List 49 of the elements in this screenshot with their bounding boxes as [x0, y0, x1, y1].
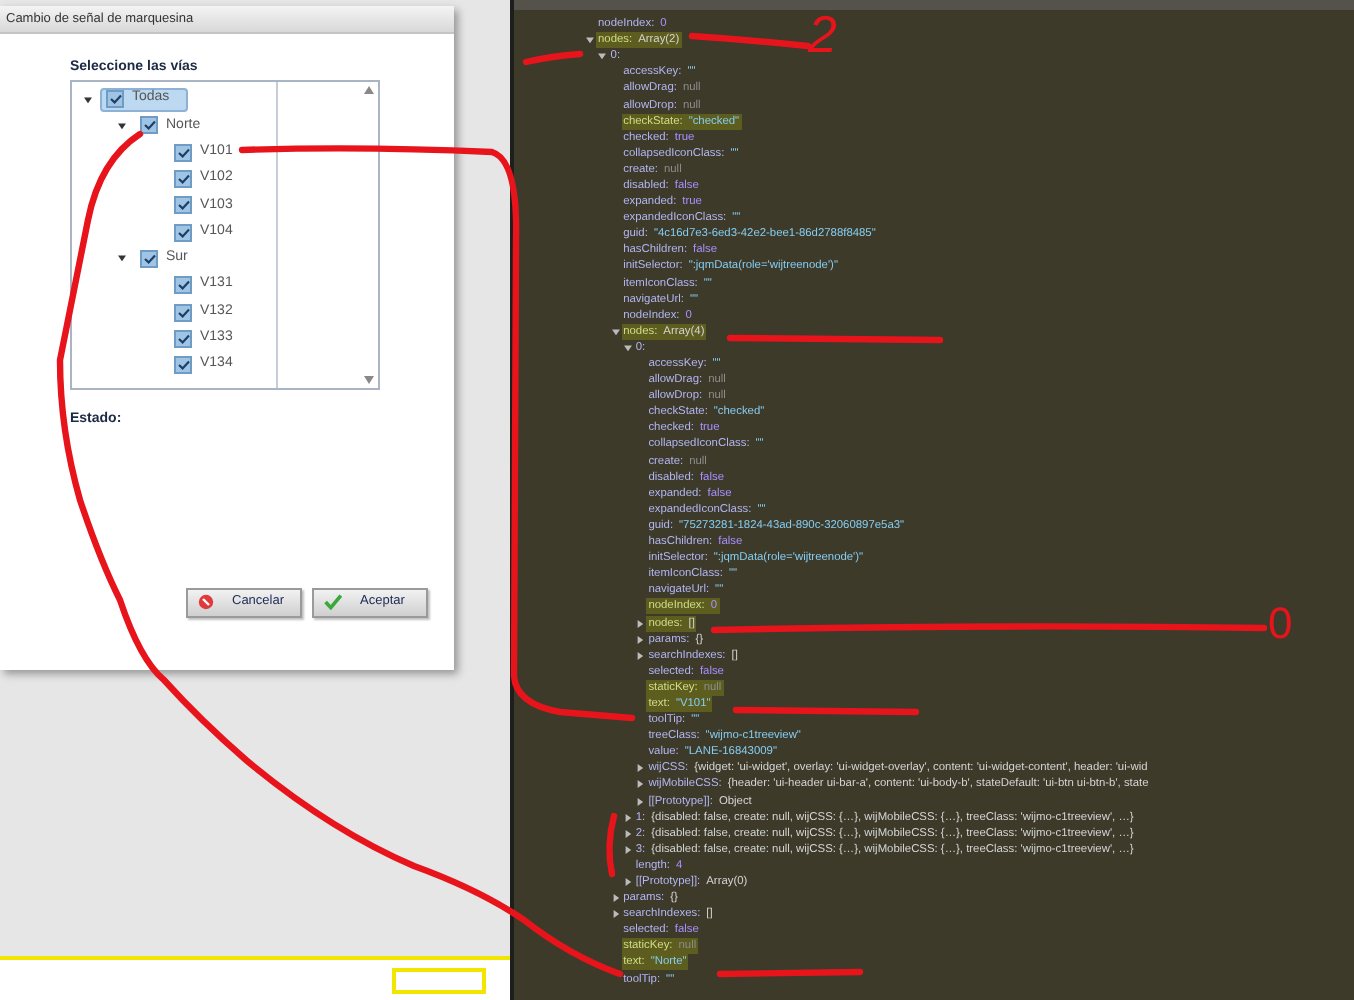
check-icon: [109, 94, 121, 105]
expand-triangle-icon[interactable]: [611, 894, 620, 903]
expand-triangle-icon[interactable]: [636, 764, 645, 773]
check-icon: [177, 200, 189, 211]
expand-triangle-icon[interactable]: [623, 813, 632, 822]
check-icon: [177, 174, 189, 185]
expand-triangle-icon[interactable]: [84, 95, 92, 104]
expand-triangle-icon[interactable]: [623, 878, 632, 887]
expand-triangle-icon[interactable]: [636, 619, 645, 628]
expand-triangle-icon[interactable]: [586, 36, 594, 45]
checkbox[interactable]: [174, 143, 192, 162]
expand-triangle-icon[interactable]: [611, 910, 620, 919]
check-icon: [324, 594, 342, 610]
checkbox[interactable]: [174, 170, 192, 189]
annotation-number: 2: [808, 8, 837, 60]
check-icon: [177, 333, 189, 344]
expand-triangle-icon[interactable]: [636, 780, 645, 789]
scroll-up-icon[interactable]: [364, 86, 374, 94]
annotation-stroke: [522, 50, 584, 66]
check-icon: [143, 120, 155, 131]
checkbox[interactable]: [174, 329, 192, 348]
cancel-icon: [198, 594, 214, 610]
annotation-number: 0: [1268, 602, 1293, 646]
expand-triangle-icon[interactable]: [118, 254, 126, 263]
checkbox[interactable]: [174, 223, 192, 242]
checkbox[interactable]: [174, 276, 192, 295]
checkbox[interactable]: [140, 249, 158, 268]
expand-triangle-icon[interactable]: [623, 829, 632, 838]
checkbox[interactable]: [174, 196, 192, 215]
check-icon: [143, 253, 155, 264]
highlight-outline: [392, 968, 486, 994]
scroll-down-icon[interactable]: [364, 376, 374, 384]
expand-triangle-icon[interactable]: [636, 635, 645, 644]
expand-triangle-icon[interactable]: [636, 797, 645, 806]
check-icon: [177, 280, 189, 291]
check-icon: [177, 307, 189, 318]
check-icon: [177, 147, 189, 158]
expand-triangle-icon[interactable]: [118, 121, 126, 130]
checkbox[interactable]: [140, 116, 158, 135]
expand-triangle-icon[interactable]: [611, 327, 620, 336]
expand-triangle-icon[interactable]: [636, 651, 645, 660]
check-icon: [177, 360, 189, 371]
check-icon: [177, 227, 189, 238]
expand-triangle-icon[interactable]: [623, 845, 632, 854]
checkbox[interactable]: [174, 356, 192, 375]
expand-triangle-icon[interactable]: [623, 343, 632, 352]
checkbox[interactable]: [174, 303, 192, 322]
checkbox[interactable]: [106, 90, 124, 109]
expand-triangle-icon[interactable]: [598, 52, 607, 61]
